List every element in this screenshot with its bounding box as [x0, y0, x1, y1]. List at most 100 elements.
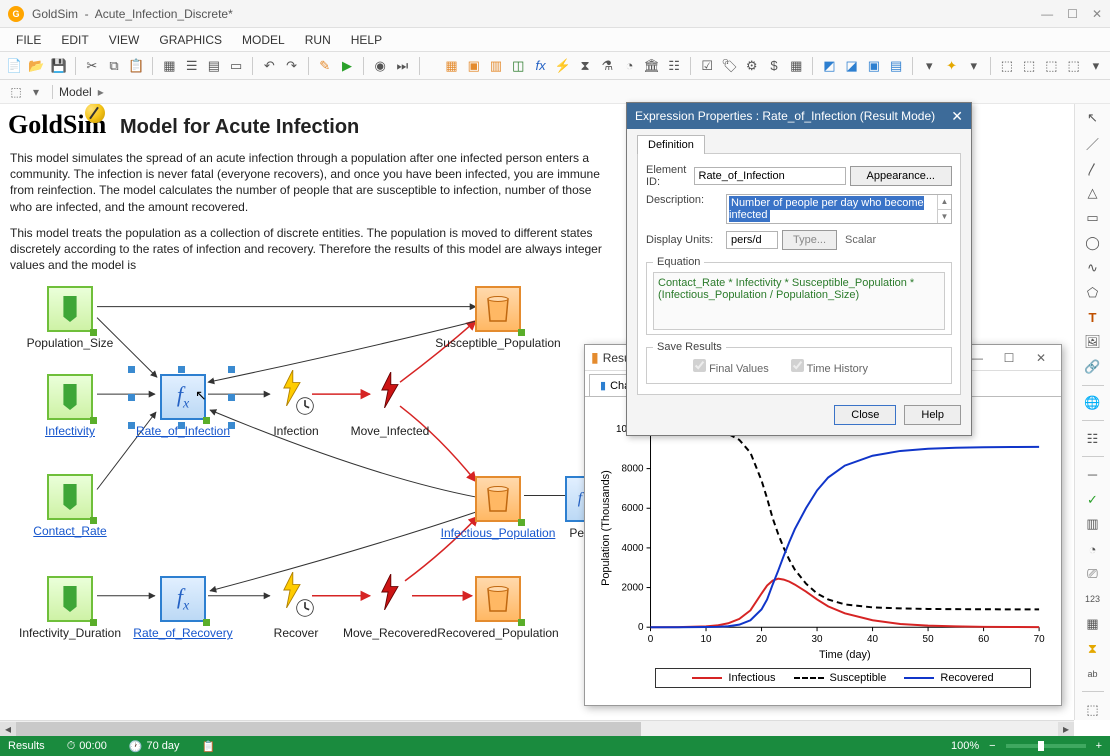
- nav-up-icon[interactable]: ▾: [26, 83, 46, 101]
- node-susceptible-population[interactable]: Susceptible_Population: [448, 286, 548, 350]
- status-clipboard[interactable]: 📋: [202, 740, 216, 753]
- slider-icon[interactable]: ⎚: [1080, 564, 1106, 585]
- chart1-icon[interactable]: ◩: [819, 55, 839, 77]
- nav-home-icon[interactable]: ⬚: [6, 83, 26, 101]
- list-icon[interactable]: ☰: [182, 55, 202, 77]
- menu-view[interactable]: VIEW: [99, 31, 150, 49]
- flask-icon[interactable]: ⚗: [597, 55, 617, 77]
- aux2-icon[interactable]: ⬚: [1064, 55, 1084, 77]
- ab-icon[interactable]: ab: [1080, 663, 1106, 684]
- hourglass-icon[interactable]: ⧗: [575, 55, 595, 77]
- bank-icon[interactable]: 🏛: [642, 55, 662, 77]
- dropdown3-icon[interactable]: ▾: [1086, 55, 1106, 77]
- layers-icon[interactable]: ☷: [1080, 428, 1106, 449]
- open-icon[interactable]: 📂: [26, 55, 46, 77]
- number-icon[interactable]: 123: [1080, 589, 1106, 610]
- description-field[interactable]: Number of people per day who become infe…: [729, 196, 924, 222]
- node-recovered-population[interactable]: Recovered_Population: [448, 576, 548, 640]
- checklist-icon[interactable]: ☑: [697, 55, 717, 77]
- time-history-checkbox[interactable]: Time History: [791, 359, 868, 375]
- tag-icon[interactable]: 🏷: [719, 55, 739, 77]
- tab-definition[interactable]: Definition: [637, 135, 705, 154]
- triangle-icon[interactable]: △: [1080, 183, 1106, 204]
- node-move-infected[interactable]: Move_Infected: [340, 370, 440, 438]
- breadcrumb-model[interactable]: Model: [59, 85, 92, 99]
- dialog-title-bar[interactable]: Expression Properties : Rate_of_Infectio…: [627, 103, 971, 129]
- toggle-icon[interactable]: ⬚: [1080, 699, 1106, 720]
- check-icon[interactable]: ✓: [1080, 489, 1106, 510]
- fx-icon[interactable]: fx: [530, 55, 550, 77]
- polyline-icon[interactable]: 〳: [1080, 158, 1106, 179]
- line-icon[interactable]: ／: [1080, 133, 1106, 154]
- results-maximize-icon[interactable]: ☐: [995, 348, 1023, 368]
- element-id-field[interactable]: [694, 167, 846, 185]
- output-icon[interactable]: ⬚: [1019, 55, 1039, 77]
- minimize-button[interactable]: ―: [1041, 7, 1053, 21]
- panel-icon[interactable]: ▭: [226, 55, 246, 77]
- node-infectivity-duration[interactable]: Infectivity_Duration: [20, 576, 120, 640]
- menu-file[interactable]: FILE: [6, 31, 51, 49]
- node-contact-rate[interactable]: Contact_Rate: [20, 474, 120, 538]
- calendar-icon[interactable]: ▦: [1080, 613, 1106, 634]
- horizontal-scrollbar[interactable]: ◂ ▸: [0, 720, 1074, 736]
- paste-icon[interactable]: 📋: [126, 55, 146, 77]
- final-values-checkbox[interactable]: Final Values: [693, 359, 769, 375]
- container-icon[interactable]: ▣: [464, 55, 484, 77]
- node-rate-of-recovery[interactable]: fx Rate_of_Recovery: [133, 576, 233, 640]
- zoom-slider[interactable]: [1006, 744, 1086, 748]
- menu-graphics[interactable]: GRAPHICS: [149, 31, 232, 49]
- link-icon[interactable]: 🔗: [1080, 357, 1106, 378]
- ellipse-icon[interactable]: ◯: [1080, 232, 1106, 253]
- help-button[interactable]: Help: [904, 405, 961, 425]
- menu-edit[interactable]: EDIT: [51, 31, 98, 49]
- zoom-in-icon[interactable]: +: [1096, 740, 1102, 752]
- node-recover[interactable]: Recover: [246, 572, 346, 640]
- dropdown1-icon[interactable]: ▾: [919, 55, 939, 77]
- polygon-icon[interactable]: ⬠: [1080, 282, 1106, 303]
- scroll-right-icon[interactable]: ▸: [1058, 722, 1074, 736]
- tile-icon[interactable]: ▦: [159, 55, 179, 77]
- chart2-icon[interactable]: ◪: [842, 55, 862, 77]
- panel2-icon[interactable]: ▥: [1080, 514, 1106, 535]
- image-icon[interactable]: 🖼: [1080, 332, 1106, 353]
- step-icon[interactable]: ⏭: [392, 55, 412, 77]
- equation-text[interactable]: Contact_Rate * Infectivity * Susceptible…: [653, 272, 945, 330]
- meter-icon[interactable]: ◔: [1080, 539, 1106, 560]
- save-icon[interactable]: 💾: [49, 55, 69, 77]
- cut-icon[interactable]: ✂: [82, 55, 102, 77]
- data-icon[interactable]: ◫: [508, 55, 528, 77]
- stock-icon[interactable]: ▥: [486, 55, 506, 77]
- redo-icon[interactable]: ↷: [281, 55, 301, 77]
- input-icon[interactable]: ⬚: [997, 55, 1017, 77]
- menu-run[interactable]: RUN: [295, 31, 341, 49]
- rect-icon[interactable]: ▭: [1080, 208, 1106, 229]
- curve-icon[interactable]: ∿: [1080, 257, 1106, 278]
- minus-icon[interactable]: ─: [1080, 464, 1106, 485]
- grid-icon[interactable]: ▤: [204, 55, 224, 77]
- run-icon[interactable]: ▶: [337, 55, 357, 77]
- zoom-out-icon[interactable]: −: [989, 740, 995, 752]
- chart4-icon[interactable]: ▤: [886, 55, 906, 77]
- close-window-button[interactable]: ✕: [1092, 7, 1102, 21]
- dropdown2-icon[interactable]: ▾: [964, 55, 984, 77]
- element-icon[interactable]: ▦: [441, 55, 461, 77]
- menu-model[interactable]: MODEL: [232, 31, 295, 49]
- node-infection[interactable]: Infection: [246, 370, 346, 438]
- bolt-icon[interactable]: ⚡: [553, 55, 573, 77]
- aux1-icon[interactable]: ⬚: [1041, 55, 1061, 77]
- hourglass2-icon[interactable]: ⧗: [1080, 638, 1106, 659]
- sparkle-icon[interactable]: ✦: [941, 55, 961, 77]
- node-infectious-population[interactable]: Infectious_Population: [448, 476, 548, 540]
- dialog-close-icon[interactable]: ✕: [951, 108, 963, 125]
- new-icon[interactable]: 📄: [4, 55, 24, 77]
- scroll-left-icon[interactable]: ◂: [0, 722, 16, 736]
- adjust-icon[interactable]: ⚙: [742, 55, 762, 77]
- appearance-button[interactable]: Appearance...: [850, 166, 953, 186]
- tree-icon[interactable]: ☷: [664, 55, 684, 77]
- chart3-icon[interactable]: ▣: [864, 55, 884, 77]
- record-icon[interactable]: ◉: [370, 55, 390, 77]
- dollar-icon[interactable]: $: [764, 55, 784, 77]
- close-button[interactable]: Close: [834, 405, 896, 425]
- results-close-icon[interactable]: ✕: [1027, 348, 1055, 368]
- display-units-field[interactable]: [726, 231, 778, 249]
